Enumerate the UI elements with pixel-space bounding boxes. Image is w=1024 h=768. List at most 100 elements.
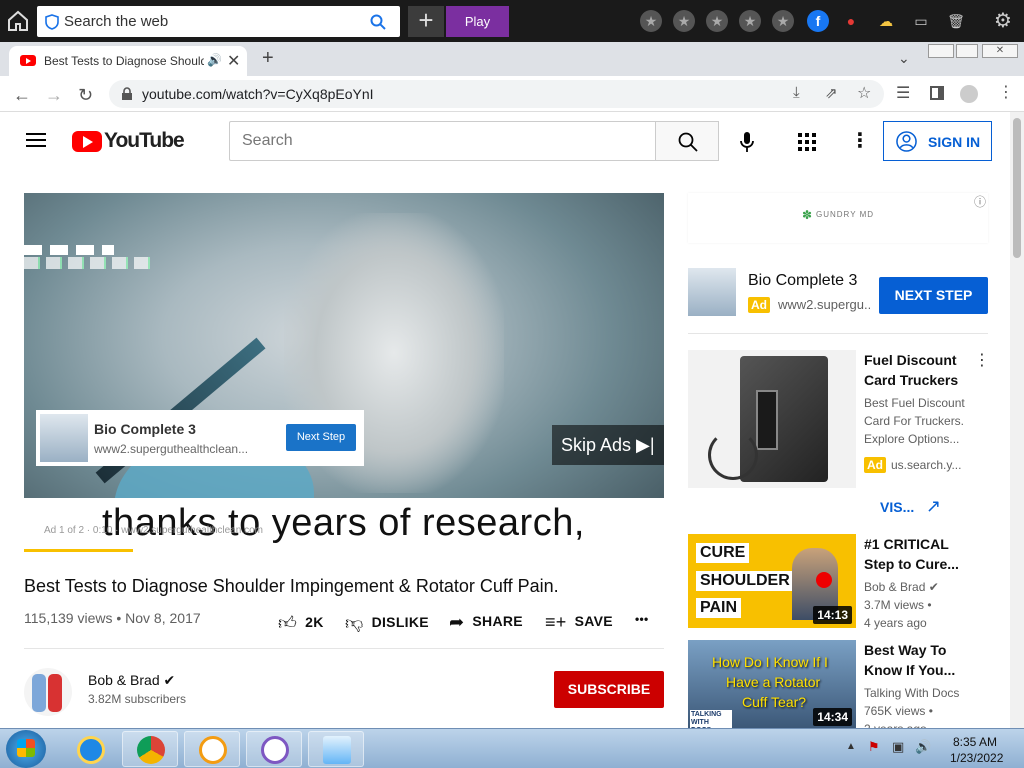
chrome-icon[interactable] <box>122 731 178 767</box>
add-button[interactable]: + <box>408 6 444 37</box>
control-panel-icon[interactable] <box>308 731 364 767</box>
profile-icon[interactable] <box>960 85 978 103</box>
apps-grid-icon[interactable] <box>798 133 816 151</box>
microphone-icon[interactable] <box>739 131 755 153</box>
thumb-text: Have a Rotator <box>726 674 821 690</box>
more-options-icon[interactable]: ⋮ <box>974 350 990 370</box>
youtube-search-button[interactable] <box>655 121 719 161</box>
promo-name: Bio Complete 3 <box>748 272 858 289</box>
action-center-icon[interactable]: ⚑ <box>868 739 880 755</box>
caption-text: thanks to years of research, <box>102 502 585 544</box>
next-step-sidebar-button[interactable]: NEXT STEP <box>879 277 988 314</box>
trash-icon[interactable]: 🗑 <box>945 10 967 32</box>
next-step-button[interactable]: Next Step <box>286 424 356 451</box>
speaker-icon[interactable]: 🔊 <box>207 53 222 67</box>
youtube-logo-text[interactable]: YouTube <box>104 129 185 153</box>
share-button[interactable]: ➦ SHARE <box>449 612 523 633</box>
folder-icon[interactable]: ▭ <box>910 10 932 32</box>
rec-views: 3.7M views • <box>864 598 932 612</box>
share-label: SHARE <box>472 613 523 629</box>
weather-icon[interactable]: ☁ <box>875 10 897 32</box>
address-bar[interactable]: youtube.com/watch?v=CyXq8pEoYnI ⤓ ⇗ ☆ <box>109 80 884 108</box>
settings-menu-icon[interactable]: ⋮ <box>850 128 870 153</box>
channel-name[interactable]: Bob & Brad ✔ <box>88 672 175 689</box>
page-scrollbar[interactable] <box>1010 112 1024 728</box>
search-icon[interactable] <box>370 14 386 30</box>
new-tab-button[interactable]: + <box>262 47 274 70</box>
sign-in-label: SIGN IN <box>928 134 981 150</box>
thumb-text: How Do I Know If I <box>712 654 828 670</box>
play-button[interactable]: Play <box>446 6 509 37</box>
browser-tab[interactable]: Best Tests to Diagnose Shoulder Impingem… <box>9 46 247 76</box>
thumb-text: PAIN <box>696 598 742 618</box>
ad-progress-bar[interactable] <box>24 549 133 552</box>
taskbar-clock[interactable]: 8:35 AM 1/23/2022 <box>950 734 1003 766</box>
sidebar-video-item[interactable]: How Do I Know If I Have a Rotator Cuff T… <box>688 640 988 728</box>
banner-logo: GUNDRY MD <box>816 210 875 219</box>
sign-in-button[interactable]: SIGN IN <box>883 121 992 161</box>
browser-menu-icon[interactable]: ⋮ <box>998 82 1014 102</box>
youtube-logo-icon[interactable] <box>72 131 102 152</box>
back-icon[interactable]: ← <box>13 85 31 106</box>
internet-explorer-icon[interactable] <box>62 731 118 767</box>
bookmark-star-icon[interactable]: ☆ <box>857 83 871 103</box>
ad-badge: Ad <box>864 457 886 473</box>
subscribe-button[interactable]: SUBSCRIBE <box>554 671 664 708</box>
star-icon[interactable]: ★ <box>673 10 695 32</box>
star-icon[interactable]: ★ <box>772 10 794 32</box>
more-actions-button[interactable]: ••• <box>635 612 649 626</box>
star-icon[interactable]: ★ <box>739 10 761 32</box>
channel-avatar[interactable] <box>24 668 72 716</box>
app-icon[interactable] <box>246 731 302 767</box>
promo-site: www2.supergu... <box>778 297 870 312</box>
dislike-button[interactable]: 👎︎ DISLIKE <box>345 612 429 634</box>
shield-icon <box>45 14 59 30</box>
video-player[interactable]: Bio Complete 3 www2.superguthealthclean.… <box>24 193 664 553</box>
visit-button[interactable]: VIS... <box>880 499 914 515</box>
sidebar-video-item[interactable]: CURE SHOULDER PAIN 14:13 #1 CRITICAL Ste… <box>688 534 988 630</box>
web-search-input[interactable]: Search the web <box>37 6 400 37</box>
hamburger-menu-icon[interactable] <box>26 132 46 148</box>
start-button[interactable] <box>6 730 46 768</box>
show-hidden-icons-icon[interactable]: ▲ <box>846 741 856 752</box>
rec-title: Fuel Discount Card Truckers <box>864 352 959 388</box>
gundry-leaf-icon: ✽ <box>802 208 813 222</box>
youtube-header: YouTube Search ⋮ SIGN IN <box>0 112 1010 170</box>
restore-icon[interactable] <box>956 44 978 58</box>
star-icon[interactable]: ★ <box>640 10 662 32</box>
ladybug-icon[interactable]: ● <box>840 10 862 32</box>
ad-card-name: Bio Complete 3 <box>94 421 196 437</box>
media-control-icon[interactable]: ☰ <box>896 83 910 103</box>
forward-icon[interactable]: → <box>45 85 63 106</box>
like-button[interactable]: 👍︎ 2K <box>278 612 324 634</box>
share-icon[interactable]: ⇗ <box>825 84 838 102</box>
thumb-text: CURE <box>696 543 750 563</box>
ad-info-icon[interactable]: ⓘ <box>974 193 986 210</box>
facebook-icon[interactable]: f <box>807 10 829 32</box>
player-ad-card[interactable]: Bio Complete 3 www2.superguthealthclean.… <box>36 410 364 466</box>
youtube-search-input[interactable]: Search <box>229 121 656 161</box>
home-icon[interactable] <box>6 9 30 33</box>
scrollbar-thumb[interactable] <box>1013 118 1021 258</box>
network-icon[interactable]: ▣ <box>892 739 904 755</box>
volume-icon[interactable]: 🔊 <box>915 739 931 755</box>
star-icon[interactable]: ★ <box>706 10 728 32</box>
search-icon <box>678 132 698 152</box>
side-panel-icon[interactable] <box>930 86 944 100</box>
glitch-overlay <box>24 245 114 255</box>
save-button[interactable]: ≡+ SAVE <box>545 612 613 633</box>
reload-icon[interactable]: ↻ <box>78 85 93 106</box>
close-tab-icon[interactable]: ✕ <box>227 51 240 71</box>
clock-app-icon[interactable] <box>184 731 240 767</box>
sidebar-ad-item[interactable]: Fuel Discount Card Truckers ⋮ Best Fuel … <box>688 350 990 525</box>
minimize-icon[interactable] <box>928 44 954 58</box>
window-close-icon[interactable]: ✕ <box>982 44 1018 58</box>
address-bar-row: youtube.com/watch?v=CyXq8pEoYnI ⤓ ⇗ ☆ ☰ … <box>0 76 1024 112</box>
video-duration: 14:34 <box>813 708 852 726</box>
sidebar-ad-banner[interactable]: ✽ GUNDRY MD ⓘ <box>688 193 988 243</box>
tab-search-chevron-icon[interactable]: ⌄ <box>898 50 910 67</box>
skip-ads-button[interactable]: Skip Ads ▶| <box>552 425 664 465</box>
external-link-icon[interactable]: ↗ <box>926 496 941 517</box>
gear-icon[interactable]: ⚙ <box>992 10 1014 32</box>
install-icon[interactable]: ⤓ <box>793 84 800 101</box>
